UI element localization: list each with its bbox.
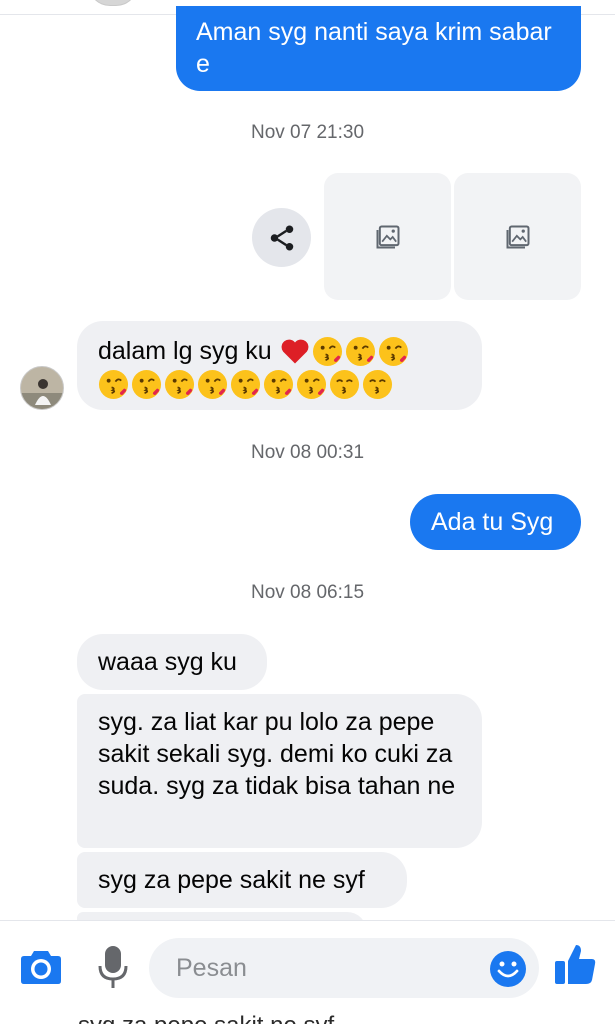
- camera-icon[interactable]: [19, 947, 63, 985]
- message-text: dalam lg syg ku: [98, 337, 272, 365]
- message-input[interactable]: Pesan: [149, 938, 539, 998]
- message-incoming[interactable]: dalam lg syg ku: [77, 321, 482, 410]
- face-blowing-kiss-emoji: [197, 369, 228, 400]
- face-blowing-kiss-emoji: [312, 336, 342, 366]
- share-icon: [270, 225, 293, 250]
- message-text: waaa syg ku: [98, 648, 237, 676]
- heart-emoji: [281, 339, 309, 364]
- message-text: syg za pepe sakit ne syf: [98, 866, 365, 894]
- timestamp: Nov 08 06:15: [250, 582, 365, 603]
- image-placeholder-icon: [376, 225, 399, 248]
- composer-bar: Pesan: [0, 920, 615, 1024]
- image-attachment[interactable]: [324, 173, 451, 300]
- image-placeholder-icon: [506, 225, 529, 248]
- message-text: Ada tu Syg: [431, 508, 554, 536]
- share-button[interactable]: [252, 208, 311, 267]
- message-peek: syg za pepe sakit ne syf: [78, 1012, 388, 1024]
- kissing-closed-eyes-emoji: [329, 369, 360, 400]
- face-blowing-kiss-emoji: [378, 336, 408, 366]
- face-blowing-kiss-emoji: [296, 369, 327, 400]
- face-blowing-kiss-emoji: [263, 369, 294, 400]
- kissing-closed-eyes-emoji: [362, 369, 393, 400]
- message-outgoing[interactable]: Aman syg nanti saya krim sabar e: [176, 6, 581, 91]
- microphone-icon[interactable]: [95, 944, 131, 990]
- thumbs-up-icon[interactable]: [553, 942, 597, 986]
- message-outgoing[interactable]: Ada tu Syg: [410, 494, 581, 550]
- message-text: syg. za liat kar pu lolo za pepe sakit s…: [98, 708, 456, 800]
- composer-divider: [0, 920, 615, 921]
- face-blowing-kiss-emoji: [98, 369, 129, 400]
- timestamp: Nov 07 21:30: [250, 122, 365, 143]
- timestamp: Nov 08 00:31: [250, 442, 365, 463]
- face-blowing-kiss-emoji: [230, 369, 261, 400]
- face-blowing-kiss-emoji: [345, 336, 375, 366]
- message-text: Aman syg nanti saya krim sabar e: [196, 18, 552, 78]
- face-blowing-kiss-emoji: [164, 369, 195, 400]
- emoji-icon[interactable]: [489, 950, 527, 988]
- image-attachment[interactable]: [454, 173, 581, 300]
- message-incoming[interactable]: syg. za liat kar pu lolo za pepe sakit s…: [77, 694, 482, 848]
- message-incoming[interactable]: waaa syg ku: [77, 634, 267, 690]
- contact-avatar[interactable]: [20, 366, 64, 410]
- message-incoming[interactable]: syg za pepe sakit ne syf: [77, 852, 407, 908]
- message-input-placeholder: Pesan: [176, 954, 247, 982]
- header-avatar[interactable]: [88, 0, 138, 6]
- face-blowing-kiss-emoji: [131, 369, 162, 400]
- avatar-photo: [21, 367, 63, 409]
